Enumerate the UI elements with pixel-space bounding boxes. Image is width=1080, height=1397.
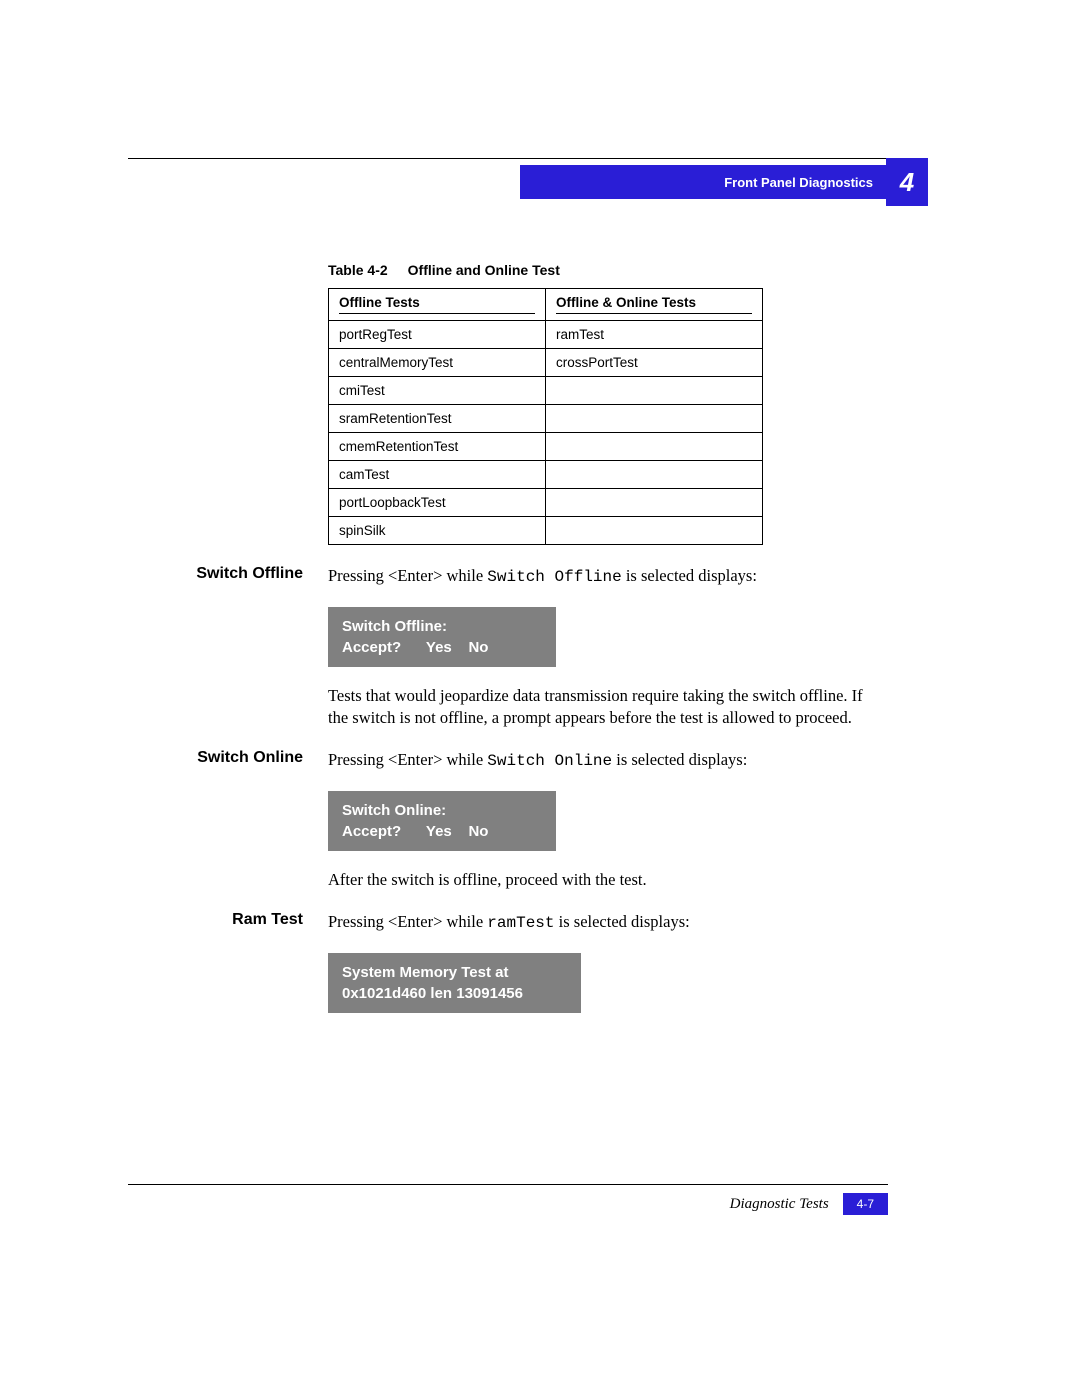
section-label-switch-online: Switch Online bbox=[128, 749, 328, 891]
switch-offline-followup: Tests that would jeopardize data transmi… bbox=[328, 685, 863, 730]
switch-online-intro: Pressing <Enter> while Switch Online is … bbox=[328, 749, 863, 773]
table-row: portRegTestramTest bbox=[329, 321, 763, 349]
offline-online-table: Offline Tests Offline & Online Tests por… bbox=[328, 288, 763, 545]
footer-page-number: 4-7 bbox=[843, 1193, 888, 1215]
table-row: camTest bbox=[329, 461, 763, 489]
switch-online-display: Switch Online: Accept? Yes No bbox=[328, 791, 556, 851]
switch-offline-display: Switch Offline: Accept? Yes No bbox=[328, 607, 556, 667]
page-top-rule bbox=[128, 158, 888, 159]
th-offline: Offline Tests bbox=[329, 289, 546, 321]
table-title: Offline and Online Test bbox=[408, 262, 560, 278]
th-online: Offline & Online Tests bbox=[546, 289, 763, 321]
table-row: sramRetentionTest bbox=[329, 405, 763, 433]
section-label-ram-test: Ram Test bbox=[128, 911, 328, 1031]
ram-test-intro: Pressing <Enter> while ramTest is select… bbox=[328, 911, 863, 935]
table-row: cmiTest bbox=[329, 377, 763, 405]
ram-test-display: System Memory Test at 0x1021d460 len 130… bbox=[328, 953, 581, 1013]
table-row: spinSilk bbox=[329, 517, 763, 545]
table-row: cmemRetentionTest bbox=[329, 433, 763, 461]
header-bar: Front Panel Diagnostics bbox=[520, 165, 887, 199]
table-row: centralMemoryTestcrossPortTest bbox=[329, 349, 763, 377]
footer-section-title: Diagnostic Tests bbox=[730, 1196, 829, 1213]
section-label-switch-offline: Switch Offline bbox=[128, 565, 328, 729]
table-number: Table 4-2 bbox=[328, 262, 388, 278]
table-caption: Table 4-2 Offline and Online Test bbox=[328, 262, 863, 278]
page-footer: Diagnostic Tests 4-7 bbox=[128, 1184, 888, 1215]
chapter-number-badge: 4 bbox=[886, 158, 928, 206]
breadcrumb: Front Panel Diagnostics bbox=[724, 175, 873, 190]
switch-offline-intro: Pressing <Enter> while Switch Offline is… bbox=[328, 565, 863, 589]
switch-online-followup: After the switch is offline, proceed wit… bbox=[328, 869, 863, 891]
table-row: portLoopbackTest bbox=[329, 489, 763, 517]
